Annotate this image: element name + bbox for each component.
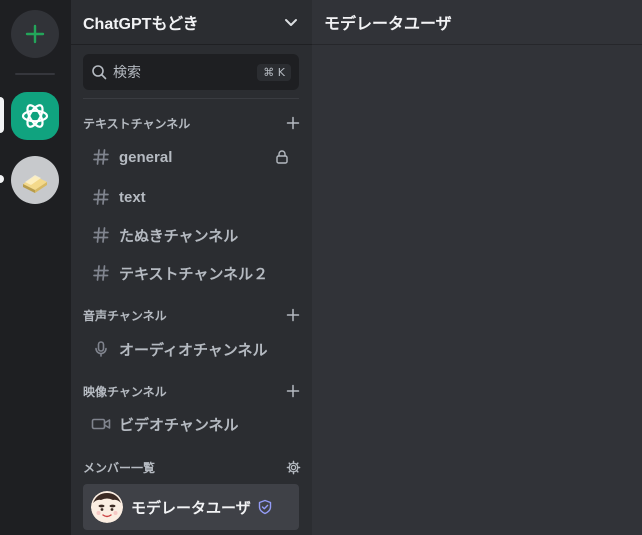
server-rail — [0, 0, 71, 535]
category-label: 音声チャンネル — [83, 308, 167, 323]
plus-icon — [25, 24, 45, 44]
channel-label: general — [119, 148, 173, 166]
member-item[interactable]: モデレータユーザ — [83, 484, 299, 530]
avatar — [91, 491, 123, 523]
search-shortcut: ⌘ K — [257, 63, 291, 81]
add-video-channel-button[interactable] — [285, 383, 301, 399]
channel-tanuki[interactable]: たぬきチャンネル — [83, 218, 299, 252]
server-chatgpt[interactable] — [11, 92, 59, 140]
main-content: モデレータユーザ — [312, 0, 642, 535]
category-label: 映像チャンネル — [83, 384, 167, 399]
hash-icon — [91, 187, 111, 207]
channel-label: text — [119, 188, 146, 206]
page-title: モデレータユーザ — [324, 16, 452, 33]
sidebar-separator — [83, 98, 299, 99]
lock-icon — [273, 148, 291, 166]
category-label: メンバー一覧 — [83, 460, 156, 475]
rail-separator — [15, 73, 55, 75]
video-camera-icon — [91, 414, 111, 434]
hash-icon — [91, 147, 111, 167]
search-icon — [92, 65, 107, 80]
category-text-channels[interactable]: テキストチャンネル — [83, 114, 301, 132]
guild-header[interactable]: ChatGPTもどき — [71, 0, 312, 45]
hash-icon — [91, 263, 111, 283]
add-server-button[interactable] — [11, 10, 59, 58]
gear-icon — [286, 460, 300, 474]
member-settings-button[interactable] — [285, 459, 301, 475]
plus-icon — [286, 384, 300, 398]
channel-label: たぬきチャンネル — [119, 227, 239, 245]
channel-sidebar: ChatGPTもどき 検索 ⌘ K テキストチャンネル general text… — [71, 0, 312, 535]
openai-logo-icon — [21, 104, 49, 128]
category-video-channels[interactable]: 映像チャンネル — [83, 382, 301, 400]
server-tanuki[interactable] — [11, 156, 59, 204]
channel-audio[interactable]: オーディオチャンネル — [83, 332, 299, 366]
unread-server-indicator — [0, 175, 4, 183]
channel-label: テキストチャンネル２ — [119, 265, 269, 283]
chevron-down-icon[interactable] — [282, 13, 300, 31]
add-text-channel-button[interactable] — [285, 115, 301, 131]
shield-check-icon — [257, 499, 273, 515]
main-header: モデレータユーザ — [312, 0, 642, 45]
plus-icon — [286, 116, 300, 130]
member-name: モデレータユーザ — [131, 499, 251, 517]
channel-general[interactable]: general — [83, 140, 299, 174]
plus-icon — [286, 308, 300, 322]
search-button[interactable]: 検索 ⌘ K — [83, 54, 299, 90]
channel-text-2[interactable]: テキストチャンネル２ — [83, 256, 299, 290]
microphone-icon — [91, 339, 111, 359]
active-server-indicator — [0, 97, 4, 133]
add-voice-channel-button[interactable] — [285, 307, 301, 323]
category-label: テキストチャンネル — [83, 116, 191, 131]
category-members: メンバー一覧 — [83, 458, 301, 476]
category-voice-channels[interactable]: 音声チャンネル — [83, 306, 301, 324]
channel-label: オーディオチャンネル — [119, 341, 268, 359]
channel-label: ビデオチャンネル — [119, 416, 239, 434]
search-label: 検索 — [113, 65, 141, 81]
guild-name: ChatGPTもどき — [83, 16, 199, 33]
tanuki-server-icon — [23, 175, 47, 193]
channel-video[interactable]: ビデオチャンネル — [83, 407, 299, 441]
channel-text[interactable]: text — [83, 180, 299, 214]
hash-icon — [91, 225, 111, 245]
